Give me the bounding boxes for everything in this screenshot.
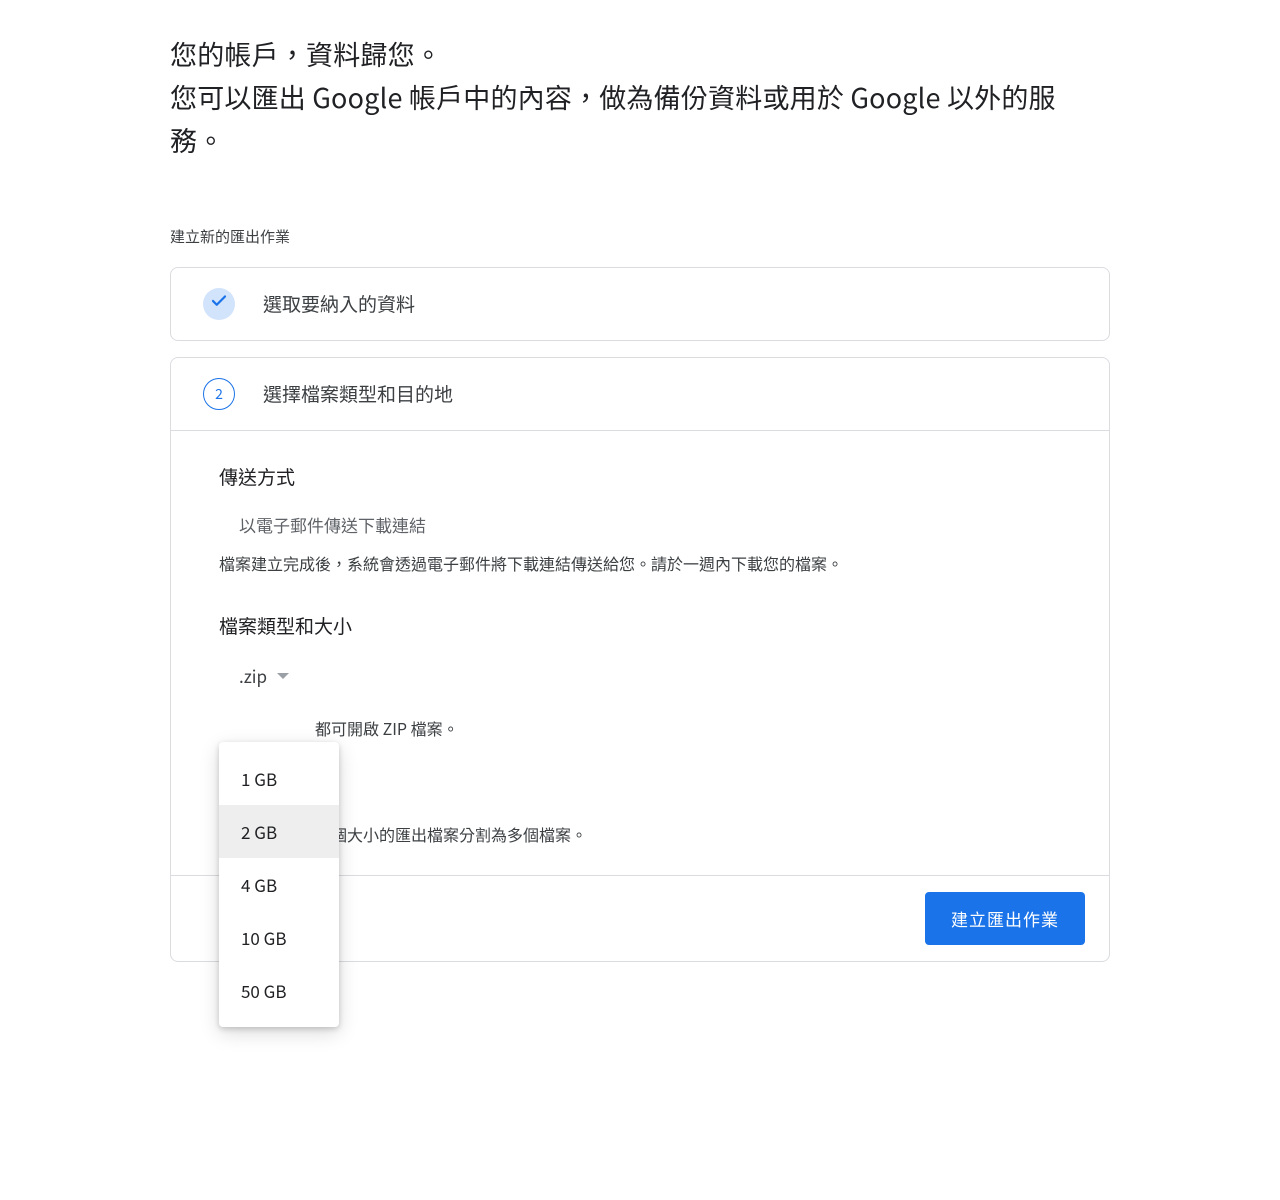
step1-card[interactable]: 選取要納入的資料 xyxy=(170,267,1110,341)
filetype-heading: 檔案類型和大小 xyxy=(219,612,1061,639)
step1-title: 選取要納入的資料 xyxy=(263,290,415,317)
step1-header[interactable]: 選取要納入的資料 xyxy=(171,268,1109,340)
chevron-down-icon xyxy=(277,673,289,679)
size-dropdown-menu: 1 GB 2 GB 4 GB 10 GB 50 GB xyxy=(219,742,339,1027)
size-option-50gb[interactable]: 50 GB xyxy=(219,964,339,1017)
intro-line-2: 您可以匯出 Google 帳戶中的內容，做為備份資料或用於 Google 以外的… xyxy=(170,75,1110,161)
check-icon xyxy=(210,292,228,315)
intro-line-1: 您的帳戶，資料歸您。 xyxy=(170,32,1110,75)
size-hint: 系統會將超過這個大小的匯出檔案分割為多個檔案。 xyxy=(219,822,1061,848)
delivery-hint: 檔案建立完成後，系統會透過電子郵件將下載連結傳送給您。請於一週內下載您的檔案。 xyxy=(219,551,1061,577)
step2-title: 選擇檔案類型和目的地 xyxy=(263,380,453,407)
delivery-heading: 傳送方式 xyxy=(219,463,1061,490)
step1-badge xyxy=(203,288,235,320)
size-option-10gb[interactable]: 10 GB xyxy=(219,911,339,964)
filetype-hint: 絕大多數電腦都可開啟 ZIP 檔案。 xyxy=(219,716,1061,742)
create-export-button[interactable]: 建立匯出作業 xyxy=(925,892,1085,945)
intro-text: 您的帳戶，資料歸您。 您可以匯出 Google 帳戶中的內容，做為備份資料或用於… xyxy=(170,32,1110,162)
step2-number: 2 xyxy=(215,384,223,404)
size-option-2gb[interactable]: 2 GB xyxy=(219,805,339,858)
step2-badge: 2 xyxy=(203,378,235,410)
step2-header[interactable]: 2 選擇檔案類型和目的地 xyxy=(171,358,1109,431)
step2-card: 2 選擇檔案類型和目的地 傳送方式 以電子郵件傳送下載連結 檔案建立完成後，系統… xyxy=(170,357,1110,963)
step2-body: 傳送方式 以電子郵件傳送下載連結 檔案建立完成後，系統會透過電子郵件將下載連結傳… xyxy=(171,431,1109,848)
size-option-1gb[interactable]: 1 GB xyxy=(219,752,339,805)
new-export-label: 建立新的匯出作業 xyxy=(170,226,1110,247)
size-option-4gb[interactable]: 4 GB xyxy=(219,858,339,911)
filetype-value: .zip xyxy=(239,663,267,688)
delivery-selected-option[interactable]: 以電子郵件傳送下載連結 xyxy=(219,512,1061,537)
filetype-dropdown[interactable]: .zip xyxy=(219,657,297,694)
